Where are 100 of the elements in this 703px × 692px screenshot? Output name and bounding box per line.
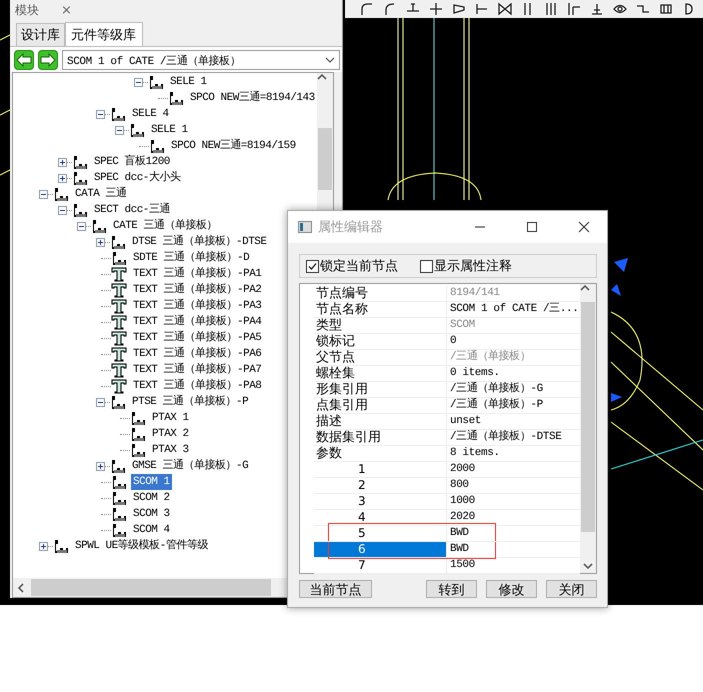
tree-item[interactable]: PTSE 三通（单接板）-P bbox=[130, 394, 250, 410]
checkbox[interactable] bbox=[306, 260, 319, 272]
flange-icon[interactable] bbox=[474, 1, 490, 17]
t-shape-icon bbox=[111, 378, 127, 394]
scrollbar-thumb[interactable] bbox=[581, 302, 595, 532]
scrollbar-thumb[interactable] bbox=[31, 579, 271, 596]
scroll-down-icon[interactable] bbox=[583, 562, 593, 570]
property-name: 父节点 bbox=[314, 350, 447, 365]
parameter-index[interactable]: 3 bbox=[314, 494, 447, 509]
forward-button[interactable] bbox=[38, 50, 58, 70]
hierarchy-icon bbox=[149, 138, 165, 154]
tree-item[interactable]: TEXT 三通（单接板）-PA3 bbox=[131, 298, 264, 314]
elbow-icon[interactable] bbox=[359, 1, 375, 17]
hierarchy-icon bbox=[111, 474, 127, 490]
tree-item[interactable]: TEXT 三通（单接板）-PA5 bbox=[131, 330, 264, 346]
tree-item[interactable]: PTAX 3 bbox=[150, 442, 191, 458]
tree-item[interactable]: SDTE 三通（单接板）-D bbox=[131, 250, 252, 266]
tree-item[interactable]: TEXT 三通（单接板）-PA7 bbox=[131, 362, 264, 378]
tree-item[interactable]: SELE 1 bbox=[168, 74, 209, 90]
parameter-index[interactable]: 4 bbox=[314, 510, 447, 525]
scroll-up-icon[interactable] bbox=[580, 284, 590, 292]
tree-item[interactable]: PTAX 1 bbox=[150, 410, 191, 426]
tree-item[interactable]: CATA 三通 bbox=[73, 186, 129, 202]
tree-item[interactable]: SCOM 1 bbox=[131, 474, 172, 490]
tree-item[interactable]: SELE 4 bbox=[130, 106, 171, 122]
collapse-icon[interactable] bbox=[115, 126, 124, 134]
collapse-icon[interactable] bbox=[96, 110, 105, 118]
tree-item[interactable]: SCOM 2 bbox=[131, 490, 172, 506]
hierarchy-icon bbox=[148, 74, 164, 90]
expand-icon[interactable] bbox=[39, 542, 48, 550]
collapse-icon[interactable] bbox=[58, 206, 67, 214]
dialog-button[interactable]: 当前节点 bbox=[299, 580, 372, 598]
expand-icon[interactable] bbox=[58, 158, 67, 166]
tree-item[interactable]: SPWL UE等级模板-管件等级 bbox=[73, 538, 210, 554]
tree-item[interactable]: SELE 1 bbox=[149, 122, 190, 138]
t-shape-icon bbox=[111, 282, 127, 298]
parameter-index[interactable]: 1 bbox=[314, 462, 447, 477]
tree-item[interactable]: SECT dcc-三通 bbox=[92, 202, 172, 218]
checkbox-label: 锁定当前节点 bbox=[320, 258, 398, 275]
back-button[interactable] bbox=[14, 50, 34, 70]
cross-icon[interactable] bbox=[428, 1, 444, 17]
collapse-icon[interactable] bbox=[77, 222, 86, 230]
hierarchy-icon bbox=[130, 442, 146, 458]
hierarchy-icon bbox=[53, 186, 69, 202]
tab[interactable]: 元件等级库 bbox=[65, 22, 143, 47]
parameter-index[interactable]: 6 bbox=[314, 542, 447, 557]
tree-item[interactable]: SCOM 4 bbox=[131, 522, 172, 538]
t-shape-icon bbox=[111, 330, 127, 346]
property-value: BWD bbox=[449, 526, 470, 541]
tree-item[interactable]: TEXT 三通（单接板）-PA8 bbox=[131, 378, 264, 394]
scrollbar[interactable] bbox=[580, 284, 596, 573]
window-icon bbox=[298, 221, 312, 233]
tree-item[interactable]: TEXT 三通（单接板）-PA1 bbox=[131, 266, 264, 282]
hierarchy-icon bbox=[72, 154, 88, 170]
expand-icon[interactable] bbox=[58, 174, 67, 182]
tree-item[interactable]: SPCO NEW三通=8194/159 bbox=[169, 138, 298, 154]
dialog-button[interactable]: 转到 bbox=[426, 580, 477, 598]
checkbox-label: 显示属性注释 bbox=[434, 258, 512, 275]
collapse-icon[interactable] bbox=[39, 190, 48, 198]
branch-icon[interactable] bbox=[566, 1, 582, 17]
scroll-left-icon[interactable] bbox=[17, 583, 25, 593]
tree-item[interactable]: TEXT 三通（单接板）-PA4 bbox=[131, 314, 264, 330]
hierarchy-icon bbox=[129, 122, 145, 138]
tree-item[interactable]: TEXT 三通（单接板）-PA2 bbox=[131, 282, 264, 298]
tree-item[interactable]: TEXT 三通（单接板）-PA6 bbox=[131, 346, 264, 362]
hierarchy-icon bbox=[110, 394, 126, 410]
expand-icon[interactable] bbox=[96, 238, 105, 246]
property-name: 数据集引用 bbox=[314, 430, 447, 445]
maximize-icon[interactable] bbox=[526, 221, 538, 233]
tree-item[interactable]: SPCO NEW三通=8194/143 bbox=[188, 90, 317, 106]
scrollbar-thumb[interactable] bbox=[318, 128, 332, 190]
support-icon[interactable] bbox=[589, 1, 605, 17]
dialog-button[interactable]: 修改 bbox=[486, 580, 537, 598]
tree-item[interactable]: SPEC 盲板1200 bbox=[92, 154, 172, 170]
tab[interactable]: 设计库 bbox=[16, 23, 65, 46]
valve-icon[interactable] bbox=[497, 1, 513, 17]
tree-item[interactable]: CATE 三通（单接板） bbox=[111, 218, 220, 234]
property-value: 8194/141 bbox=[449, 286, 501, 301]
collapse-icon[interactable] bbox=[134, 78, 143, 86]
tree-item[interactable]: SPEC dcc-大小头 bbox=[92, 170, 182, 186]
scroll-up-icon[interactable] bbox=[317, 73, 327, 81]
tree-item[interactable]: PTAX 2 bbox=[150, 426, 191, 442]
chevron-down-icon bbox=[325, 57, 335, 63]
tree-item[interactable]: SCOM 3 bbox=[131, 506, 172, 522]
expand-icon[interactable] bbox=[96, 462, 105, 470]
hierarchy-icon bbox=[111, 490, 127, 506]
parameter-index[interactable]: 5 bbox=[314, 526, 447, 541]
arrowhead-icon bbox=[614, 258, 628, 272]
checkbox[interactable] bbox=[420, 260, 433, 272]
dialog-button[interactable]: 关闭 bbox=[546, 580, 597, 598]
close-icon[interactable] bbox=[578, 221, 590, 233]
tree-item[interactable]: DTSE 三通（单接板）-DTSE bbox=[130, 234, 269, 250]
hierarchy-icon bbox=[72, 202, 88, 218]
parameter-index[interactable]: 7 bbox=[314, 558, 447, 573]
arrowhead-icon bbox=[611, 284, 621, 296]
path-dropdown[interactable]: SCOM 1 of CATE /三通（单接板） bbox=[62, 50, 340, 70]
close-button[interactable]: × bbox=[61, 2, 72, 18]
tree-item[interactable]: GMSE 三通（单接板）-G bbox=[130, 458, 250, 474]
collapse-icon[interactable] bbox=[96, 398, 105, 406]
parameter-index[interactable]: 2 bbox=[314, 478, 447, 493]
